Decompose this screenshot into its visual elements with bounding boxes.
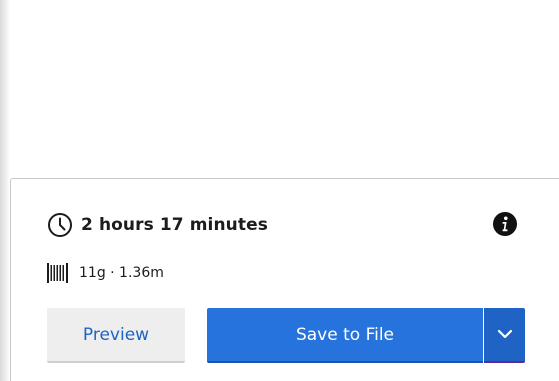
adjacent-panel-edge: [0, 0, 10, 381]
clock-icon: [47, 212, 73, 238]
material-estimate: 11g · 1.36m: [79, 265, 164, 281]
info-icon[interactable]: [493, 212, 517, 236]
print-time-row: 2 hours 17 minutes: [47, 211, 268, 239]
filament-spool-icon: [47, 263, 69, 283]
preview-button[interactable]: Preview: [47, 308, 185, 363]
print-output-panel: 2 hours 17 minutes 11g · 1.36m Preview S…: [0, 0, 559, 381]
chevron-down-icon: [497, 327, 513, 342]
material-estimate-row: 11g · 1.36m: [47, 263, 164, 283]
save-options-dropdown[interactable]: [484, 308, 525, 363]
print-time-estimate: 2 hours 17 minutes: [81, 215, 268, 235]
viewport-area: [10, 0, 559, 178]
save-button-group: Save to File: [207, 308, 525, 363]
save-to-file-button[interactable]: Save to File: [207, 308, 483, 363]
print-action-panel: 2 hours 17 minutes 11g · 1.36m Preview S…: [10, 178, 559, 381]
